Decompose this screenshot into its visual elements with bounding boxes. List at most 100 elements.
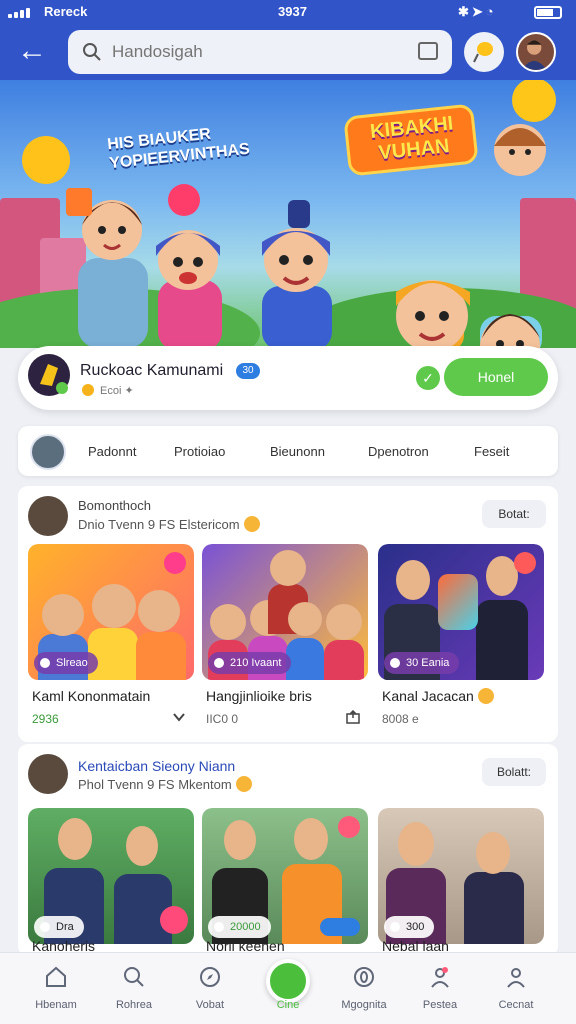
category-tabs: Padonnt Protioiao Bieunonn Dpenotron Fes… (18, 426, 558, 476)
clock: 3937 (278, 4, 307, 19)
checkmark-icon[interactable]: ✓ (416, 366, 440, 390)
feed-subtitle-text: Dnio Tvenn 9 FS Elstericom (78, 517, 240, 532)
nav-label: Cine (276, 999, 300, 1011)
tab-padonnt[interactable]: Padonnt (88, 444, 136, 459)
smile-emoji-icon (477, 688, 494, 704)
follow-button[interactable]: Honel (444, 358, 548, 396)
home-icon (46, 966, 66, 987)
user-avatar[interactable] (516, 32, 556, 72)
nav-label: Cecnat (498, 999, 534, 1011)
video-card[interactable]: 300 Nebal laan (378, 808, 544, 956)
creator-avatar[interactable] (28, 496, 68, 536)
feed-action-button[interactable]: Botat: (482, 500, 546, 528)
play-icon (266, 959, 310, 1003)
nav-search[interactable]: Rohrea (98, 961, 170, 1017)
coin-icon (354, 967, 374, 987)
nav-coins[interactable]: Mgognita (328, 961, 400, 1017)
video-meta: 8008 e (382, 712, 419, 726)
channel-name: Ruckoac Kamunami (80, 362, 224, 379)
nav-favorites[interactable]: Pestea (404, 961, 476, 1017)
feed-title: Bomonthoch (78, 498, 151, 513)
bottom-navigation: Hbenam Rohrea Vobat Cine Mgognita Pestea… (0, 952, 576, 1024)
coin-icon (82, 384, 94, 396)
camera-icon[interactable] (418, 42, 438, 60)
feed-section: Kentaicban Sieony Niann Phol Tvenn 9 FS … (18, 744, 558, 956)
chevron-down-icon[interactable] (172, 710, 186, 724)
nav-label: Vobat (195, 999, 225, 1011)
video-card[interactable]: Slreao Kaml Kononmatain 2936 (28, 544, 194, 738)
video-meta: IIC0 0 (206, 712, 239, 726)
video-badge: Dra (34, 916, 84, 938)
search-icon (83, 43, 101, 61)
search-icon (124, 967, 144, 987)
video-title: Kanal Jacacan (382, 688, 494, 704)
tab-protioiao[interactable]: Protioiao (174, 444, 225, 459)
cartoon-kids-illustration (66, 124, 546, 348)
system-icons: ✱➤◔ (458, 4, 497, 19)
nav-label: Pestea (422, 999, 458, 1011)
feed-subtitle-text: Phol Tvenn 9 FS Mkentom (78, 777, 232, 792)
search-input[interactable] (112, 39, 392, 65)
video-thumbnail[interactable]: 20000 (202, 808, 368, 944)
nav-label: Mgognita (341, 999, 387, 1011)
nav-cine[interactable]: Cine (252, 959, 324, 1017)
profile-icon (507, 968, 525, 988)
feed-subtitle: Dnio Tvenn 9 FS Elstericom (78, 516, 260, 532)
feed-section: Bomonthoch Dnio Tvenn 9 FS Elstericom Bo… (18, 486, 558, 742)
heart-person-icon (431, 967, 449, 988)
nav-explore[interactable]: Vobat (174, 961, 246, 1017)
video-title: Kaml Kononmatain (32, 688, 151, 704)
video-thumbnail[interactable]: Slreao (28, 544, 194, 680)
heart-icon[interactable] (164, 552, 186, 574)
tab-bieunonn[interactable]: Bieunonn (270, 444, 325, 459)
channel-avatar[interactable] (28, 354, 70, 396)
top-bar: ← (0, 24, 576, 80)
video-title: Hangjinlioike bris (206, 688, 312, 704)
back-arrow-icon[interactable]: ← (14, 34, 50, 70)
heart-icon[interactable] (160, 906, 188, 934)
channel-badge: 30 (236, 363, 260, 379)
video-card[interactable]: Dra Kanoheris (28, 808, 194, 956)
battery-icon (534, 6, 562, 19)
video-thumbnail[interactable]: 30 Eania (378, 544, 544, 680)
share-icon[interactable] (346, 710, 360, 724)
video-card[interactable]: 30 Eania Kanal Jacacan 8008 e (378, 544, 544, 738)
channel-card[interactable]: Ruckoac Kamunami 30 Ecoi ✦ ✓ Honel (18, 346, 558, 410)
video-meta: 2936 (32, 712, 59, 726)
video-card[interactable]: 210 Ivaant Hangjinlioike bris IIC0 0 (202, 544, 368, 738)
smile-emoji-icon (243, 516, 260, 532)
video-thumbnail[interactable]: Dra (28, 808, 194, 944)
notification-bell-icon[interactable] (464, 32, 504, 72)
compass-icon (200, 967, 220, 987)
channel-subtitle: Ecoi ✦ (100, 385, 134, 397)
feed-subtitle: Phol Tvenn 9 FS Mkentom (78, 776, 252, 792)
smile-emoji-icon (235, 776, 252, 792)
search-bar[interactable] (68, 30, 452, 74)
video-badge: 20000 (208, 916, 271, 938)
nav-label: Hbenam (35, 999, 77, 1011)
heart-icon[interactable] (338, 816, 360, 838)
carrier-label: Rereck (44, 4, 88, 19)
tab-dpenotron[interactable]: Dpenotron (368, 444, 429, 459)
live-tag (320, 918, 360, 936)
video-badge: 30 Eania (384, 652, 460, 674)
video-thumbnail[interactable]: 300 (378, 808, 544, 944)
hero-banner[interactable]: HIS BIAUKER YOPIEERVINTHAS KIBAKHI VUHAN (0, 80, 576, 348)
nav-profile[interactable]: Cecnat (480, 961, 552, 1017)
video-badge: Slreao (34, 652, 98, 674)
feed-action-button[interactable]: Bolatt: (482, 758, 546, 786)
nav-label: Rohrea (115, 999, 153, 1011)
tab-feseit[interactable]: Feseit (474, 444, 509, 459)
creator-avatar[interactable] (28, 754, 68, 794)
heart-icon[interactable] (514, 552, 536, 574)
status-bar: Rereck 3937 ✱➤◔ (0, 0, 576, 24)
video-badge: 210 Ivaant (208, 652, 292, 674)
video-badge: 300 (384, 916, 435, 938)
tab-avatar[interactable] (30, 434, 66, 470)
video-title-text: Kanal Jacacan (382, 688, 474, 704)
feed-title: Kentaicban Sieony Niann (78, 758, 236, 774)
video-thumbnail[interactable]: 210 Ivaant (202, 544, 368, 680)
video-card[interactable]: 20000 Noril keenen (202, 808, 368, 956)
signal-icon (8, 8, 34, 18)
nav-home[interactable]: Hbenam (20, 961, 92, 1017)
